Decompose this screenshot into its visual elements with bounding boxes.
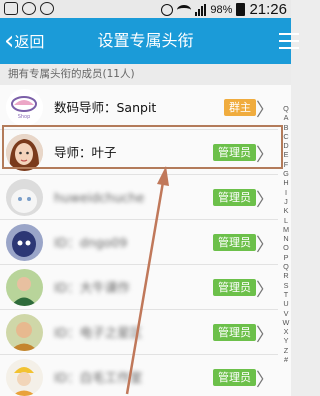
annotation-arrow bbox=[125, 166, 169, 395]
